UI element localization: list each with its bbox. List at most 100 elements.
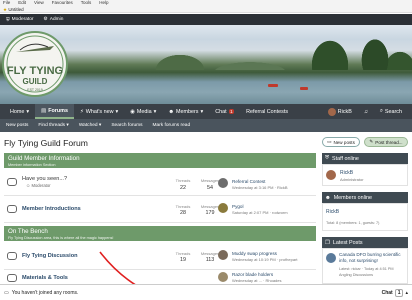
forum-title[interactable]: Materials & Tools: [22, 275, 68, 281]
main-nav: Home ▾ ▤ Forums ⚡ What's new ▾ ◉ Media ▾ ☻ Memb…: [0, 104, 412, 119]
forum-moderator: ☺ Moderator: [26, 183, 51, 188]
forum-title[interactable]: Fly Tying Discussion: [22, 253, 78, 259]
chevron-down-icon: ▾: [26, 108, 30, 115]
chevron-down-icon: ▾: [115, 108, 119, 115]
new-posts-button[interactable]: ▭ New posts: [322, 137, 360, 147]
nav-media[interactable]: ◉ Media ▾: [124, 104, 162, 119]
latest-post-forum[interactable]: Angling Discussions: [339, 273, 373, 277]
nav-alerts[interactable]: ♫: [358, 104, 374, 119]
chevron-up-icon: ▴: [405, 289, 408, 296]
category-header[interactable]: Guild Member Information Member informat…: [4, 153, 316, 168]
forum-title[interactable]: Member Introductions: [22, 206, 81, 212]
online-member-link[interactable]: RickB: [326, 209, 339, 215]
category-header[interactable]: On The Bench Fly Tying Discussion area, …: [4, 226, 316, 241]
avatar: [327, 107, 336, 116]
last-post-title[interactable]: Razor blade holders: [232, 272, 273, 277]
forums-icon: ▤: [41, 107, 47, 114]
avatar[interactable]: [218, 203, 228, 213]
forum-icon: [7, 252, 17, 260]
staff-online-header: ⛨ Staff online: [322, 153, 408, 164]
forum-row[interactable]: Materials & Tools Razor blade holders We…: [4, 270, 316, 284]
threads-count: 28: [180, 210, 186, 216]
threads-label: Threads: [175, 204, 191, 209]
favorites-icon: ★: [3, 7, 8, 12]
chat-bubble-icon: ▭: [4, 289, 9, 296]
staff-online-panel: RickB Administrator: [322, 164, 408, 186]
threads-count: 22: [180, 185, 186, 191]
last-post-title[interactable]: Pygol: [232, 204, 244, 209]
document-icon: ▭: [327, 139, 332, 144]
admin-link[interactable]: ⚙ Admin: [43, 17, 63, 22]
subnav-mark-read[interactable]: Mark forums read: [153, 123, 191, 128]
admin-bar: ⛨ Moderator ⚙ Admin: [0, 14, 412, 25]
site-logo[interactable]: FLY TYING GUILD EST 2019: [2, 28, 68, 100]
banner-boat-2: [300, 87, 308, 90]
last-post-meta: Saturday at 2:07 PM · rodworm: [232, 210, 288, 215]
comment-icon: ❐: [325, 239, 330, 246]
subnav-find-threads[interactable]: Find threads ▾: [38, 123, 68, 128]
chat-count-badge: 1: [394, 288, 404, 297]
nav-referral-contests[interactable]: Referral Contests: [240, 104, 294, 119]
subnav-new-posts[interactable]: New posts: [6, 123, 28, 128]
avatar[interactable]: [218, 178, 228, 188]
forum-icon: [7, 205, 17, 213]
staff-member-role: Administrator: [340, 177, 364, 182]
users-icon: ☻: [325, 194, 331, 201]
nav-members[interactable]: ☻ Members ▾: [162, 104, 209, 119]
avatar[interactable]: [326, 253, 336, 263]
svg-text:GUILD: GUILD: [23, 77, 48, 86]
search-icon: ⌕: [379, 108, 383, 114]
nav-search[interactable]: ⌕ Search: [374, 104, 408, 119]
post-thread-button[interactable]: ✎ Post thread...: [364, 137, 408, 147]
shield-icon: ⛨: [325, 155, 330, 161]
bell-icon: ♫: [363, 108, 368, 115]
avatar[interactable]: [218, 272, 228, 282]
nav-forums[interactable]: ▤ Forums: [35, 104, 74, 119]
latest-posts-panel: Canada DFO burring scientific info, not …: [322, 248, 408, 284]
nav-chat[interactable]: Chat 1: [209, 104, 240, 119]
avatar[interactable]: [326, 170, 336, 180]
svg-text:FLY TYING: FLY TYING: [7, 65, 63, 77]
forum-row[interactable]: Member Introductions Threads 28 Messages…: [4, 197, 316, 223]
members-online-panel: RickB Total: 8 (members: 1, guests: 7): [322, 203, 408, 231]
latest-post-meta: Latest: rickar · Today at 4:51 PM: [339, 267, 394, 271]
latest-posts-header: ❐ Latest Posts: [322, 237, 408, 248]
online-total: Total: 8 (members: 1, guests: 7): [326, 221, 380, 225]
threads-count: 19: [180, 257, 186, 263]
last-post-meta: Wednesday at ... · Rhoades: [232, 278, 282, 283]
gear-icon: ⚙: [43, 17, 48, 22]
forum-row[interactable]: Fly Tying Discussion Threads 19 Messages…: [4, 244, 316, 270]
nav-whats-new[interactable]: ⚡ What's new ▾: [74, 104, 124, 119]
last-post-meta: Wednesday at 10:19 PM · profhepart: [232, 257, 298, 262]
subnav-watched[interactable]: Watched ▾: [79, 123, 102, 128]
chat-bar: ▭ You haven't joined any rooms. Chat 1 ▴: [0, 284, 412, 300]
user-icon: ☺: [26, 183, 31, 188]
banner-boat: [268, 84, 278, 87]
bolt-icon: ⚡: [79, 108, 84, 115]
forum-row[interactable]: Have you seen...? ☺ Moderator Threads 22…: [4, 170, 316, 196]
members-online-header: ☻ Members online: [322, 192, 408, 203]
browser-favorites-bar: ★ Untitled: [0, 6, 412, 13]
page-title: Fly Tying Guild Forum: [4, 138, 88, 148]
forum-icon: [7, 178, 17, 186]
subnav-search-forums[interactable]: Search forums: [111, 123, 142, 128]
last-post-title[interactable]: Muddy swap progress: [232, 251, 277, 256]
forum-title[interactable]: Have you seen...?: [22, 176, 67, 182]
last-post-title[interactable]: Referral Contest: [232, 179, 265, 184]
browser-tab[interactable]: Untitled: [8, 7, 23, 12]
chat-toggle[interactable]: Chat 1 ▴: [382, 288, 412, 297]
svg-text:EST 2019: EST 2019: [27, 88, 43, 92]
pencil-icon: ✎: [369, 139, 374, 144]
latest-post-title[interactable]: Canada DFO burring scientific info, not …: [339, 252, 407, 263]
sub-nav: New posts Find threads ▾ Watched ▾ Searc…: [0, 119, 412, 132]
nav-home[interactable]: Home ▾: [4, 104, 35, 119]
forum-icon: [7, 274, 17, 282]
chat-empty-message: You haven't joined any rooms.: [11, 289, 79, 296]
avatar[interactable]: [218, 250, 228, 260]
users-icon: ☻: [168, 108, 175, 115]
staff-member-name[interactable]: RickB: [340, 170, 353, 176]
chat-badge: 1: [228, 109, 235, 114]
moderator-link[interactable]: ⛨ Moderator: [6, 17, 33, 23]
camera-icon: ◉: [130, 108, 135, 115]
user-menu[interactable]: RickB: [322, 104, 358, 119]
